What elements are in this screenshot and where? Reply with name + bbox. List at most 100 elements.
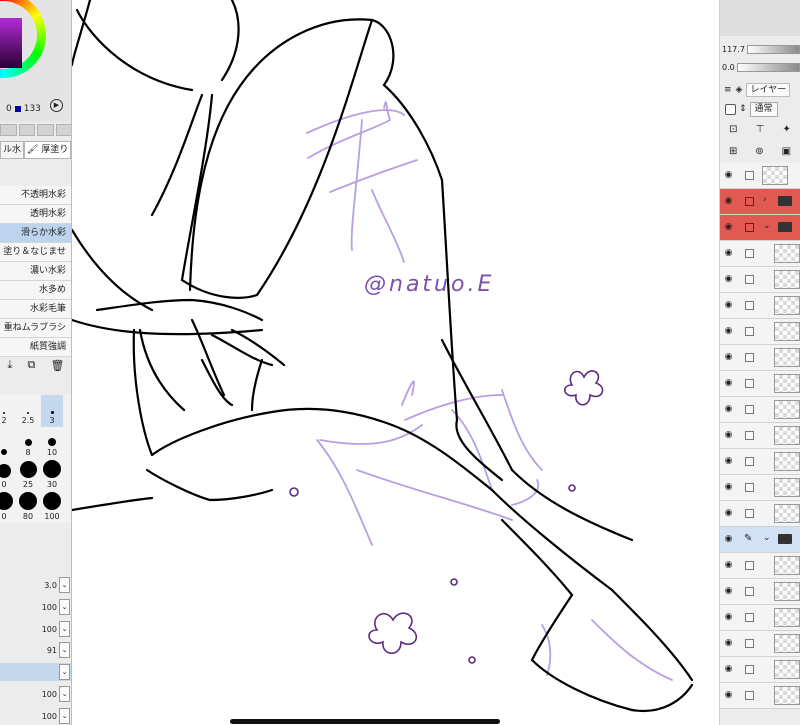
eye-icon[interactable]: ◉	[723, 301, 734, 310]
eye-icon[interactable]: ◉	[723, 691, 734, 700]
brush-size-option[interactable]: 25	[17, 459, 39, 491]
brush-size-option[interactable]: 0	[0, 459, 15, 491]
new-layer-icon[interactable]: ⊞	[729, 146, 737, 157]
layer-checkbox[interactable]	[745, 431, 754, 440]
sub-tool-tab-2[interactable]	[18, 124, 35, 136]
tool-property-row[interactable]: ⌄	[0, 663, 71, 681]
eye-icon[interactable]: ◉	[723, 613, 734, 622]
sub-tool-tab-1[interactable]	[0, 124, 17, 136]
layer-row[interactable]: ◉	[720, 267, 800, 293]
eye-icon[interactable]: ◉	[723, 327, 734, 336]
layer-row[interactable]: ◉	[720, 345, 800, 371]
layer-checkbox[interactable]	[745, 665, 754, 674]
eye-icon[interactable]: ◉	[723, 483, 734, 492]
layer-row[interactable]: ◉	[720, 683, 800, 709]
color-saturation-square[interactable]	[0, 18, 22, 68]
layer-row[interactable]: ◉ ⌄	[720, 215, 800, 241]
brush-size-option[interactable]: 2	[0, 395, 15, 427]
layer-row[interactable]: ◉	[720, 397, 800, 423]
stepper-icon[interactable]: ⌄	[59, 621, 70, 637]
mask-icon[interactable]: ▣	[782, 146, 791, 157]
layer-checkbox[interactable]	[745, 587, 754, 596]
sub-tool-tab-4[interactable]	[55, 124, 71, 136]
eye-icon[interactable]: ◉	[723, 197, 734, 206]
eye-icon[interactable]: ◉	[723, 379, 734, 388]
layer-checkbox[interactable]	[745, 691, 754, 700]
menu-icon[interactable]: ≡	[724, 85, 732, 95]
stepper-icon[interactable]: ⌄	[59, 686, 70, 702]
brush-item[interactable]: 水彩毛筆	[0, 300, 71, 319]
tool-property-row[interactable]: 91 ⌄	[0, 641, 71, 659]
layer-row[interactable]: ◉	[720, 163, 800, 189]
trash-icon[interactable]: 🗑	[50, 359, 64, 372]
layer-checkbox[interactable]	[745, 483, 754, 492]
chevron-down-icon[interactable]: ⌄	[763, 221, 771, 231]
brush-size-option[interactable]: 80	[17, 491, 39, 523]
eye-icon[interactable]: ◉	[723, 405, 734, 414]
stepper-icon[interactable]: ⌄	[59, 664, 70, 680]
eye-icon[interactable]: ◉	[723, 639, 734, 648]
layer-checkbox[interactable]	[745, 379, 754, 388]
layer-checkbox[interactable]	[745, 171, 754, 180]
tool-property-row[interactable]: 100 ⌄	[0, 598, 71, 616]
layer-row[interactable]: ◉	[720, 423, 800, 449]
eye-icon[interactable]: ◉	[723, 587, 734, 596]
eye-icon[interactable]: ◉	[723, 223, 734, 232]
chevron-right-icon[interactable]: ›	[763, 195, 767, 205]
eye-icon[interactable]: ◉	[723, 171, 734, 180]
brush-size-option[interactable]: 3	[41, 395, 63, 427]
clip-icon[interactable]: ⊡	[729, 124, 737, 135]
eye-icon[interactable]: ◉	[723, 535, 734, 544]
duplicate-icon[interactable]: ⧉	[28, 358, 36, 372]
layer-checkbox[interactable]	[745, 457, 754, 466]
layer-checkbox[interactable]	[745, 275, 754, 284]
chevron-updown-icon[interactable]: ⇕	[739, 104, 747, 114]
layer-row[interactable]: ◉ ✎ ⌄	[720, 527, 800, 553]
zoom-slider[interactable]: 117.7	[722, 42, 800, 56]
eye-icon[interactable]: ◉	[723, 249, 734, 258]
layer-checkbox[interactable]	[745, 509, 754, 518]
stepper-icon[interactable]: ⌄	[59, 577, 70, 593]
layer-checkbox[interactable]	[745, 613, 754, 622]
layer-checkbox[interactable]	[745, 561, 754, 570]
layer-row[interactable]: ◉	[720, 241, 800, 267]
layer-checkbox[interactable]	[745, 353, 754, 362]
layer-row[interactable]: ◉	[720, 293, 800, 319]
brush-item[interactable]: 重ねムラブラシ	[0, 319, 71, 338]
layer-checkbox[interactable]	[745, 327, 754, 336]
layer-row[interactable]: ◉	[720, 449, 800, 475]
layer-row[interactable]: ◉ ›	[720, 189, 800, 215]
play-icon[interactable]: ▶	[50, 99, 63, 112]
eye-icon[interactable]: ◉	[723, 353, 734, 362]
layer-checkbox[interactable]	[745, 405, 754, 414]
eye-icon[interactable]: ◉	[723, 509, 734, 518]
brush-item[interactable]: 滑らか水彩	[0, 224, 71, 243]
stepper-icon[interactable]: ⌄	[59, 642, 70, 658]
eye-icon[interactable]: ◉	[723, 665, 734, 674]
layer-row[interactable]: ◉	[720, 553, 800, 579]
rotation-slider[interactable]: 0.0	[722, 60, 800, 74]
layer-checkbox[interactable]	[745, 223, 754, 232]
tab-layer[interactable]: レイヤー	[746, 83, 791, 97]
layer-row[interactable]: ◉	[720, 319, 800, 345]
brush-size-option[interactable]: 0	[0, 491, 15, 523]
layer-row[interactable]: ◉	[720, 657, 800, 683]
brush-group-watercolor[interactable]: ル水	[0, 141, 25, 159]
reference-icon[interactable]: ✦	[783, 124, 791, 135]
drawing-canvas[interactable]: @natuo.E	[72, 0, 720, 725]
brush-item[interactable]: 不透明水彩	[0, 186, 71, 205]
layer-checkbox[interactable]	[745, 197, 754, 206]
layer-row[interactable]: ◉	[720, 475, 800, 501]
brush-item[interactable]: 透明水彩	[0, 205, 71, 224]
layer-row[interactable]: ◉	[720, 371, 800, 397]
tool-property-row[interactable]: 100 ⌄	[0, 685, 71, 703]
brush-size-option[interactable]: 100	[41, 491, 63, 523]
copy-layer-icon[interactable]: ⊚	[755, 146, 763, 157]
download-icon[interactable]: ⤓	[8, 358, 13, 372]
lock-transparency-icon[interactable]: ⊤	[756, 124, 765, 135]
eye-icon[interactable]: ◉	[723, 275, 734, 284]
brush-size-option[interactable]: 2.5	[17, 395, 39, 427]
tool-property-row[interactable]: 100 ⌄	[0, 620, 71, 638]
blend-mode-select[interactable]: 通常	[749, 101, 778, 117]
layer-checkbox[interactable]	[745, 249, 754, 258]
